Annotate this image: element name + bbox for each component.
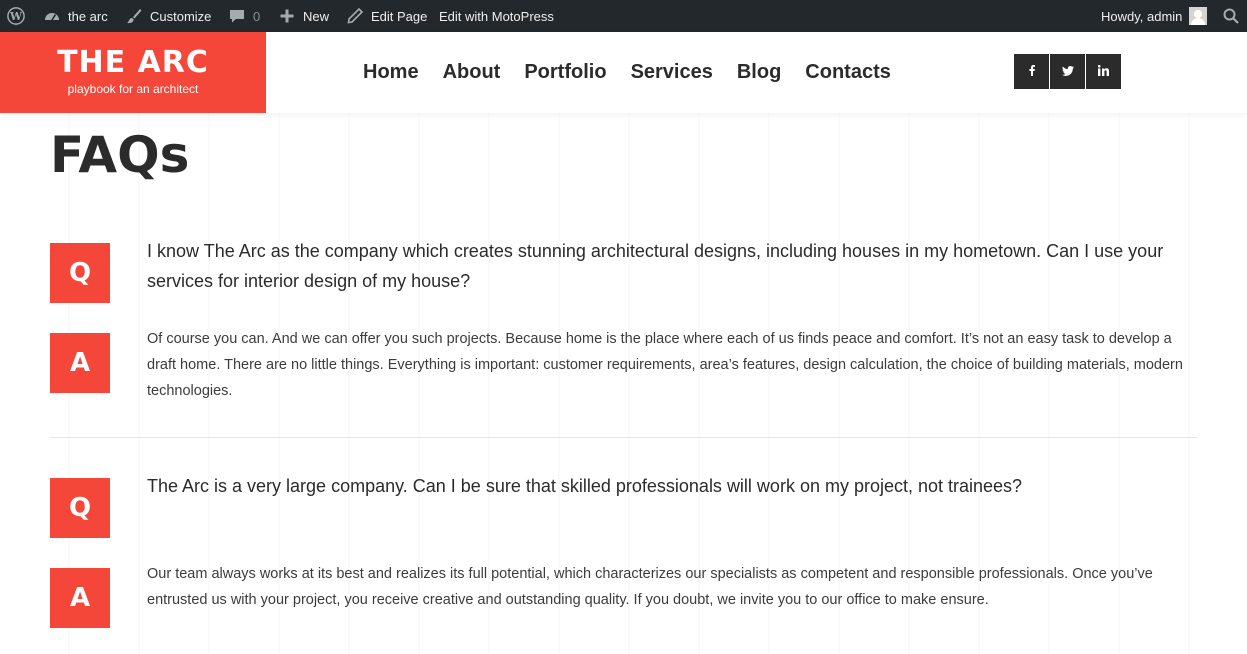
comments-link[interactable]: 0 [228, 0, 260, 32]
plus-icon [278, 7, 296, 25]
pencil-icon [346, 7, 364, 25]
faq-answer: Our team always works at its best and re… [147, 566, 1153, 608]
site-header: THE ARC playbook for an architect Home A… [0, 32, 1247, 113]
new-label: New [303, 8, 330, 24]
facebook-button[interactable] [1014, 54, 1049, 89]
faq-question: The Arc is a very large company. Can I b… [147, 476, 1023, 496]
page-title: FAQs [50, 126, 190, 184]
edit-with-motopress-link[interactable]: Edit with MotoPress [439, 0, 554, 32]
comments-count: 0 [253, 8, 261, 24]
question-badge: Q [50, 478, 110, 538]
question-badge: Q [50, 243, 110, 303]
edit-with-motopress-label: Edit with MotoPress [439, 8, 554, 24]
edit-page-label: Edit Page [371, 8, 428, 24]
linkedin-button[interactable] [1086, 54, 1121, 89]
facebook-icon [1027, 63, 1037, 81]
site-name-menu[interactable]: the arc [43, 0, 108, 32]
faq-answer: Of course you can. And we can offer you … [147, 331, 1183, 399]
my-account-menu[interactable]: Howdy, admin [1101, 0, 1208, 32]
wordpress-menu[interactable]: W [7, 0, 25, 32]
comment-bubble-icon [228, 7, 246, 25]
search-button[interactable] [1222, 0, 1240, 32]
search-icon [1222, 7, 1240, 25]
site-logo[interactable]: THE ARC playbook for an architect [0, 32, 266, 113]
logo-tagline: playbook for an architect [67, 82, 199, 96]
nav-item-about[interactable]: About [443, 61, 501, 84]
nav-item-portfolio[interactable]: Portfolio [524, 61, 606, 84]
new-content-menu[interactable]: New [278, 0, 329, 32]
customize-label: Customize [150, 8, 212, 24]
nav-item-blog[interactable]: Blog [737, 61, 781, 84]
faq-divider [50, 437, 1197, 438]
twitter-button[interactable] [1050, 54, 1085, 89]
nav-item-services[interactable]: Services [631, 61, 713, 84]
nav-item-contacts[interactable]: Contacts [805, 61, 891, 84]
twitter-icon [1061, 63, 1074, 81]
edit-page-link[interactable]: Edit Page [346, 0, 427, 32]
site-name-label: the arc [68, 8, 108, 24]
linkedin-icon [1097, 63, 1109, 81]
answer-badge: A [50, 333, 110, 393]
logo-title: THE ARC [57, 45, 209, 80]
dashboard-gauge-icon [43, 7, 61, 25]
customize-link[interactable]: Customize [125, 0, 211, 32]
greeting-label: Howdy, admin [1101, 8, 1183, 24]
wordpress-logo-icon: W [7, 7, 25, 25]
svg-text:W: W [9, 10, 23, 23]
faq-question: I know The Arc as the company which crea… [147, 241, 1164, 291]
social-links [1014, 54, 1121, 89]
paintbrush-icon [125, 7, 143, 25]
main-nav: Home About Portfolio Services Blog Conta… [363, 32, 891, 113]
avatar [1189, 7, 1208, 25]
answer-badge: A [50, 568, 110, 628]
nav-item-home[interactable]: Home [363, 61, 419, 84]
admin-bar: W the arc Customize 0 New Edit Page Edit… [0, 0, 1247, 32]
